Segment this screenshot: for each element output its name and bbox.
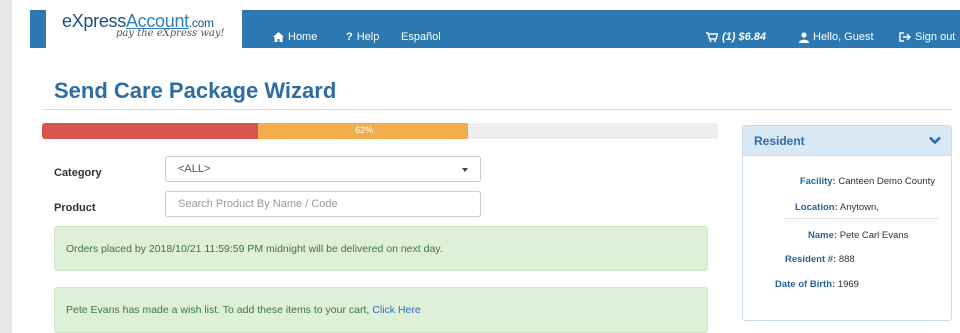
resident-panel-header[interactable]: Resident [743, 126, 951, 156]
nav-help-link[interactable]: ? Help [346, 31, 379, 43]
wishlist-text: Pete Evans has made a wish list. To add … [66, 304, 370, 316]
resident-dob-row: Date of Birth: 1969 [775, 279, 859, 290]
progress-segment-completed [42, 123, 259, 139]
delivery-notice-alert: Orders placed by 2018/10/21 11:59:59 PM … [54, 226, 708, 271]
cart-icon [706, 32, 718, 42]
user-greeting: Hello, Guest [813, 31, 874, 43]
nav-espanol-label: Español [401, 31, 441, 43]
logo-tagline: pay the eXpress way! [116, 28, 225, 39]
wishlist-click-here-link[interactable]: Click Here [372, 304, 420, 316]
product-search-input[interactable] [165, 191, 481, 217]
signout-label: Sign out [915, 31, 956, 43]
nav-user-link[interactable]: Hello, Guest [799, 31, 874, 43]
resident-panel: Resident Facility: Canteen Demo County L… [742, 125, 952, 321]
chevron-down-icon[interactable] [929, 136, 941, 145]
site-logo[interactable]: eXpressAccount.com pay the eXpress way! [46, 6, 242, 48]
progress-percent-label: 62% [355, 125, 374, 135]
user-icon [799, 31, 809, 43]
resident-location-row: Location: Anytown, [795, 202, 879, 213]
caret-down-icon [462, 168, 468, 172]
nav-home-label: Home [288, 31, 318, 43]
resident-name-row: Name: Pete Carl Evans [808, 230, 909, 241]
nav-home-link[interactable]: Home [273, 31, 317, 43]
resident-number-row: Resident #: 888 [785, 254, 855, 265]
category-select[interactable]: <ALL> [165, 156, 481, 182]
home-icon [273, 32, 284, 42]
category-selected-value: <ALL> [178, 163, 211, 175]
delivery-notice-text: Orders placed by 2018/10/21 11:59:59 PM … [66, 242, 443, 255]
cart-summary: (1) $6.84 [722, 31, 767, 43]
category-label: Category [54, 167, 102, 179]
resident-panel-divider [783, 218, 939, 219]
title-divider [42, 109, 952, 110]
resident-panel-title: Resident [754, 134, 805, 148]
nav-help-label: Help [356, 31, 380, 43]
signout-icon [899, 32, 911, 42]
nav-espanol-link[interactable]: Español [401, 31, 441, 43]
wishlist-alert: Pete Evans has made a wish list. To add … [54, 287, 708, 333]
product-label: Product [54, 202, 96, 214]
wizard-progress-bar: 62% [42, 123, 718, 139]
question-icon: ? [346, 31, 353, 43]
page-title: Send Care Package Wizard [54, 78, 337, 103]
nav-signout-link[interactable]: Sign out [899, 31, 955, 43]
resident-facility-row: Facility: Canteen Demo County [799, 176, 935, 187]
nav-cart-link[interactable]: (1) $6.84 [706, 31, 766, 43]
